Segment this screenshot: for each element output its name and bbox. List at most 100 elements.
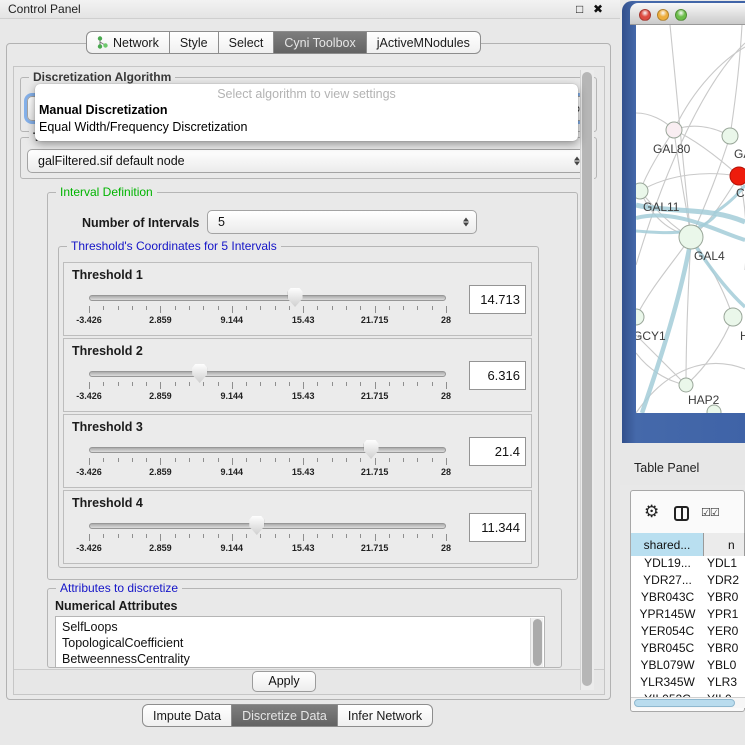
slider-tick (317, 382, 318, 386)
slider-thumb[interactable] (288, 288, 303, 307)
slider-tick (246, 382, 247, 386)
slider-tick (232, 458, 233, 465)
slider-track[interactable] (89, 447, 446, 453)
attribute-item[interactable]: BetweennessCentrality (56, 651, 544, 667)
table-hscrollbar-thumb[interactable] (634, 699, 735, 707)
cell-shared-name[interactable]: YBR045C (631, 641, 704, 658)
slider-tick (146, 382, 147, 386)
slider-track[interactable] (89, 371, 446, 377)
network-node-gcy1[interactable] (636, 309, 644, 325)
slider-tick (303, 534, 304, 541)
slider-tick (446, 306, 447, 313)
network-node-h[interactable] (724, 308, 742, 326)
tab-network[interactable]: Network (86, 31, 170, 54)
table-row[interactable]: YBR043CYBR0 (631, 590, 745, 607)
cell-shared-name[interactable]: YPR145W (631, 607, 704, 624)
tab-infer-network[interactable]: Infer Network (337, 704, 433, 727)
cell-name[interactable]: YPR1 (704, 607, 745, 624)
cell-shared-name[interactable]: YBL079W (631, 658, 704, 675)
dropdown-option-manual[interactable]: Manual Discretization (39, 103, 168, 117)
tab-jactivemnodules[interactable]: jActiveMNodules (366, 31, 481, 54)
cell-shared-name[interactable]: YER054C (631, 624, 704, 641)
threshold-value-field[interactable]: 11.344 (469, 513, 526, 542)
network-edge[interactable] (640, 130, 674, 191)
cell-shared-name[interactable]: YBR043C (631, 590, 704, 607)
slider-tick (246, 458, 247, 462)
slider-tick-label: 9.144 (221, 543, 244, 553)
content-scrollbar-thumb[interactable] (582, 72, 592, 686)
number-of-intervals-combo[interactable]: 5 (207, 210, 477, 234)
slider-thumb[interactable] (192, 364, 207, 383)
apply-button[interactable]: Apply (252, 671, 316, 692)
column-header-1[interactable]: shared... (631, 533, 704, 556)
table-row[interactable]: YBR045CYBR0 (631, 641, 745, 658)
float-window-icon[interactable]: □ (576, 2, 583, 16)
mac-close-icon[interactable] (639, 9, 651, 21)
cell-name[interactable]: YBL0 (704, 658, 745, 675)
threshold-value-field[interactable]: 6.316 (469, 361, 526, 390)
tab-cyni-toolbox[interactable]: Cyni Toolbox (273, 31, 366, 54)
slider-tick (403, 458, 404, 462)
mac-zoom-icon[interactable] (675, 9, 687, 21)
network-edge[interactable] (686, 317, 733, 385)
select-columns-icon[interactable]: ☑☑ (701, 506, 719, 519)
column-header-2[interactable]: n (704, 533, 745, 556)
slider-tick (103, 382, 104, 386)
mac-minimize-icon[interactable] (657, 9, 669, 21)
table-row[interactable]: YLR345WYLR3 (631, 675, 745, 692)
attribute-item[interactable]: SelfLoops (56, 619, 544, 635)
table-row[interactable]: YER054CYER0 (631, 624, 745, 641)
gear-icon[interactable]: ⚙ (644, 502, 659, 522)
slider-thumb[interactable] (364, 440, 379, 459)
tab-impute-data[interactable]: Impute Data (142, 704, 232, 727)
table-row[interactable]: YDL19...YDL1 (631, 556, 745, 573)
cell-name[interactable]: YER0 (704, 624, 745, 641)
attributes-scrollbar-thumb[interactable] (533, 619, 542, 666)
slider-thumb[interactable] (249, 516, 264, 535)
cell-shared-name[interactable]: YDR27... (631, 573, 704, 590)
network-node-gal80[interactable] (666, 122, 682, 138)
network-node-gal11[interactable] (636, 183, 648, 199)
tab-discretize-data[interactable]: Discretize Data (231, 704, 338, 727)
table-row[interactable]: YPR145WYPR1 (631, 607, 745, 624)
table-row[interactable]: YDR27...YDR2 (631, 573, 745, 590)
network-node-c[interactable] (730, 167, 745, 185)
attributes-scrollbar[interactable] (530, 618, 543, 668)
cell-shared-name[interactable]: YLR345W (631, 675, 704, 692)
slider-tick (132, 458, 133, 462)
cell-name[interactable]: YDR2 (704, 573, 745, 590)
slider-tick (146, 306, 147, 310)
close-icon[interactable]: ✖ (593, 2, 603, 16)
network-window-titlebar[interactable] (630, 3, 745, 25)
network-node-ga[interactable] (722, 128, 738, 144)
network-canvas[interactable]: GAL80GACGAL11GAL4GCY1HHAP2 (636, 25, 745, 413)
slider-tick (360, 306, 361, 310)
slider-tick (317, 534, 318, 538)
tab-select[interactable]: Select (218, 31, 275, 54)
cell-name[interactable]: YBR0 (704, 641, 745, 658)
dropdown-option-equal-width[interactable]: Equal Width/Frequency Discretization (39, 120, 247, 134)
slider-track[interactable] (89, 295, 446, 301)
network-node-hap2[interactable] (679, 378, 693, 392)
cell-shared-name[interactable]: YDL19... (631, 556, 704, 573)
tab-style[interactable]: Style (169, 31, 219, 54)
attribute-item[interactable]: TopologicalCoefficient (56, 635, 544, 651)
slider-tick (118, 306, 119, 310)
slider-tick (132, 534, 133, 538)
cell-name[interactable]: YBR0 (704, 590, 745, 607)
network-icon (97, 36, 108, 49)
cell-name[interactable]: YLR3 (704, 675, 745, 692)
network-edge[interactable] (730, 25, 742, 136)
slider-tick (203, 458, 204, 462)
numerical-attributes-list[interactable]: SelfLoopsTopologicalCoefficientBetweenne… (55, 616, 545, 668)
table-data-combo[interactable]: galFiltered.sif default node (27, 149, 588, 173)
slider-tick (389, 534, 390, 538)
column-layout-icon[interactable] (674, 506, 689, 521)
slider-track[interactable] (89, 523, 446, 529)
threshold-value-field[interactable]: 21.4 (469, 437, 526, 466)
cell-name[interactable]: YDL1 (704, 556, 745, 573)
network-edge[interactable] (640, 174, 739, 191)
table-row[interactable]: YBL079WYBL0 (631, 658, 745, 675)
threshold-value-field[interactable]: 14.713 (469, 285, 526, 314)
network-node-gal4[interactable] (679, 225, 703, 249)
